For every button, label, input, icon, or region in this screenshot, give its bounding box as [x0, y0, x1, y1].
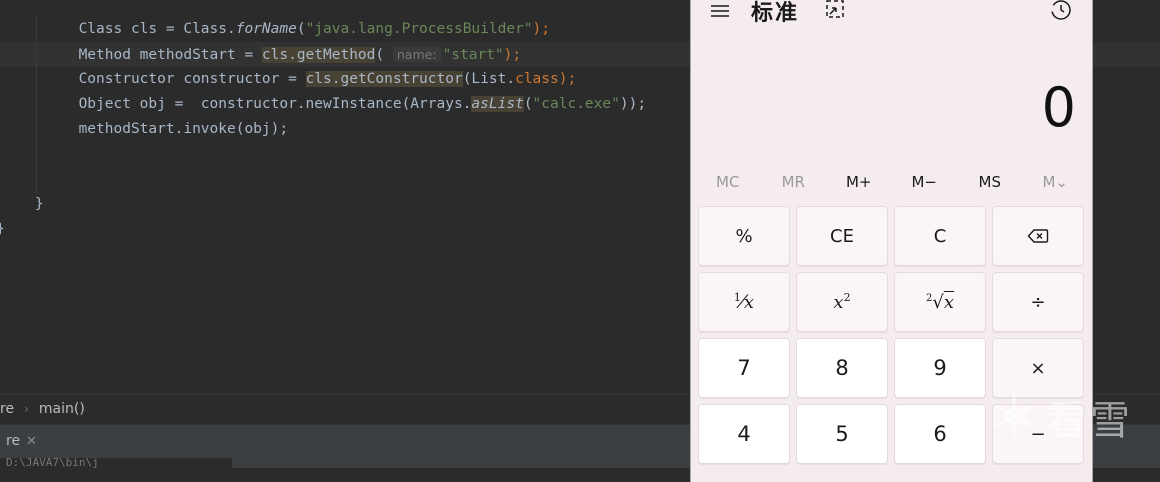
code-token: ); [532, 21, 551, 37]
square-icon: x2 [833, 291, 851, 313]
memory-clear-button[interactable]: MC [695, 170, 761, 194]
code-token: Constructor constructor = [78, 71, 306, 87]
code-token: cls.getConstructor [305, 71, 463, 87]
code-token: ( [375, 47, 393, 63]
calculator-header: 标准 [691, 0, 1092, 32]
history-icon[interactable] [1049, 0, 1073, 22]
backspace-button[interactable] [992, 206, 1084, 266]
chevron-right-icon: › [24, 402, 29, 416]
code-line: Method methodStart = cls.getMethod( name… [0, 42, 646, 67]
code-line: Constructor constructor = cls.getConstru… [0, 67, 646, 92]
clear-button[interactable]: C [894, 206, 986, 266]
code-token: (List. [462, 71, 516, 87]
run-tab-label: re [6, 433, 21, 449]
digit-9-button[interactable]: 9 [894, 338, 986, 398]
divide-button[interactable]: ÷ [992, 272, 1084, 332]
code-token: ); [503, 47, 522, 63]
code-token: "java.lang.ProcessBuilder" [305, 21, 533, 37]
code-token: } [0, 221, 5, 237]
square-root-button[interactable]: 2√x [894, 272, 986, 332]
code-token: Class cls = Class. [78, 21, 236, 37]
console-output: D:\JAVA7\bin\j [0, 458, 232, 468]
code-line: Object obj = constructor.newInstance(Arr… [0, 92, 646, 117]
memory-store-button[interactable]: MS [957, 170, 1023, 194]
code-line: methodStart.invoke(obj); [0, 117, 646, 142]
code-token: } [34, 196, 44, 212]
code-token: ( [523, 96, 533, 112]
code-token: cls.getMethod [261, 47, 376, 63]
memory-add-button[interactable]: M+ [826, 170, 892, 194]
watermark: 看雪 [990, 388, 1150, 444]
digit-5-button[interactable]: 5 [796, 404, 888, 464]
code-token: ); [558, 71, 577, 87]
digit-4-button[interactable]: 4 [698, 404, 790, 464]
backspace-icon [1027, 229, 1049, 243]
code-line: } [0, 192, 646, 217]
code-token: methodStart.invoke(obj); [78, 121, 289, 137]
code-token: Method methodStart = [78, 47, 262, 63]
console-text: D:\JAVA7\bin\j [6, 458, 99, 468]
code-area[interactable]: Class cls = Class.forName("java.lang.Pro… [0, 17, 646, 242]
code-line: } [0, 217, 646, 242]
breadcrumb-item-class[interactable]: re [0, 395, 14, 423]
digit-7-button[interactable]: 7 [698, 338, 790, 398]
reciprocal-icon: 1⁄x [733, 291, 755, 313]
snowflake-logo-icon [995, 396, 1033, 436]
code-token: ( [296, 21, 306, 37]
memory-list-button[interactable]: M⌄ [1023, 170, 1089, 194]
clear-entry-button[interactable]: CE [796, 206, 888, 266]
code-token: forName [235, 21, 297, 37]
run-tab[interactable]: re ✕ [0, 425, 47, 461]
parameter-hint: name: [392, 47, 441, 62]
code-token: class [515, 71, 559, 87]
calculator-mode-title: 标准 [751, 1, 800, 26]
square-button[interactable]: x2 [796, 272, 888, 332]
watermark-text: 看雪 [1046, 398, 1134, 444]
code-line: Class cls = Class.forName("java.lang.Pro… [0, 17, 646, 42]
digit-8-button[interactable]: 8 [796, 338, 888, 398]
code-token: )); [619, 96, 647, 112]
square-root-icon: 2√x [925, 291, 954, 313]
memory-recall-button[interactable]: MR [761, 170, 827, 194]
result-display: 0 [1041, 76, 1076, 139]
percent-button[interactable]: % [698, 206, 790, 266]
hamburger-menu-icon[interactable] [709, 0, 731, 22]
code-token: asList [471, 96, 524, 112]
keep-on-top-icon[interactable] [824, 0, 846, 20]
memory-row: MC MR M+ M− MS M⌄ [695, 170, 1088, 194]
code-token: Object obj = constructor.newInstance(Arr… [78, 96, 472, 112]
code-token: "start" [442, 47, 504, 63]
code-token: "calc.exe" [532, 96, 620, 112]
reciprocal-button[interactable]: 1⁄x [698, 272, 790, 332]
close-icon[interactable]: ✕ [26, 434, 37, 449]
breadcrumb-item-method[interactable]: main() [39, 395, 85, 423]
digit-6-button[interactable]: 6 [894, 404, 986, 464]
memory-subtract-button[interactable]: M− [892, 170, 958, 194]
